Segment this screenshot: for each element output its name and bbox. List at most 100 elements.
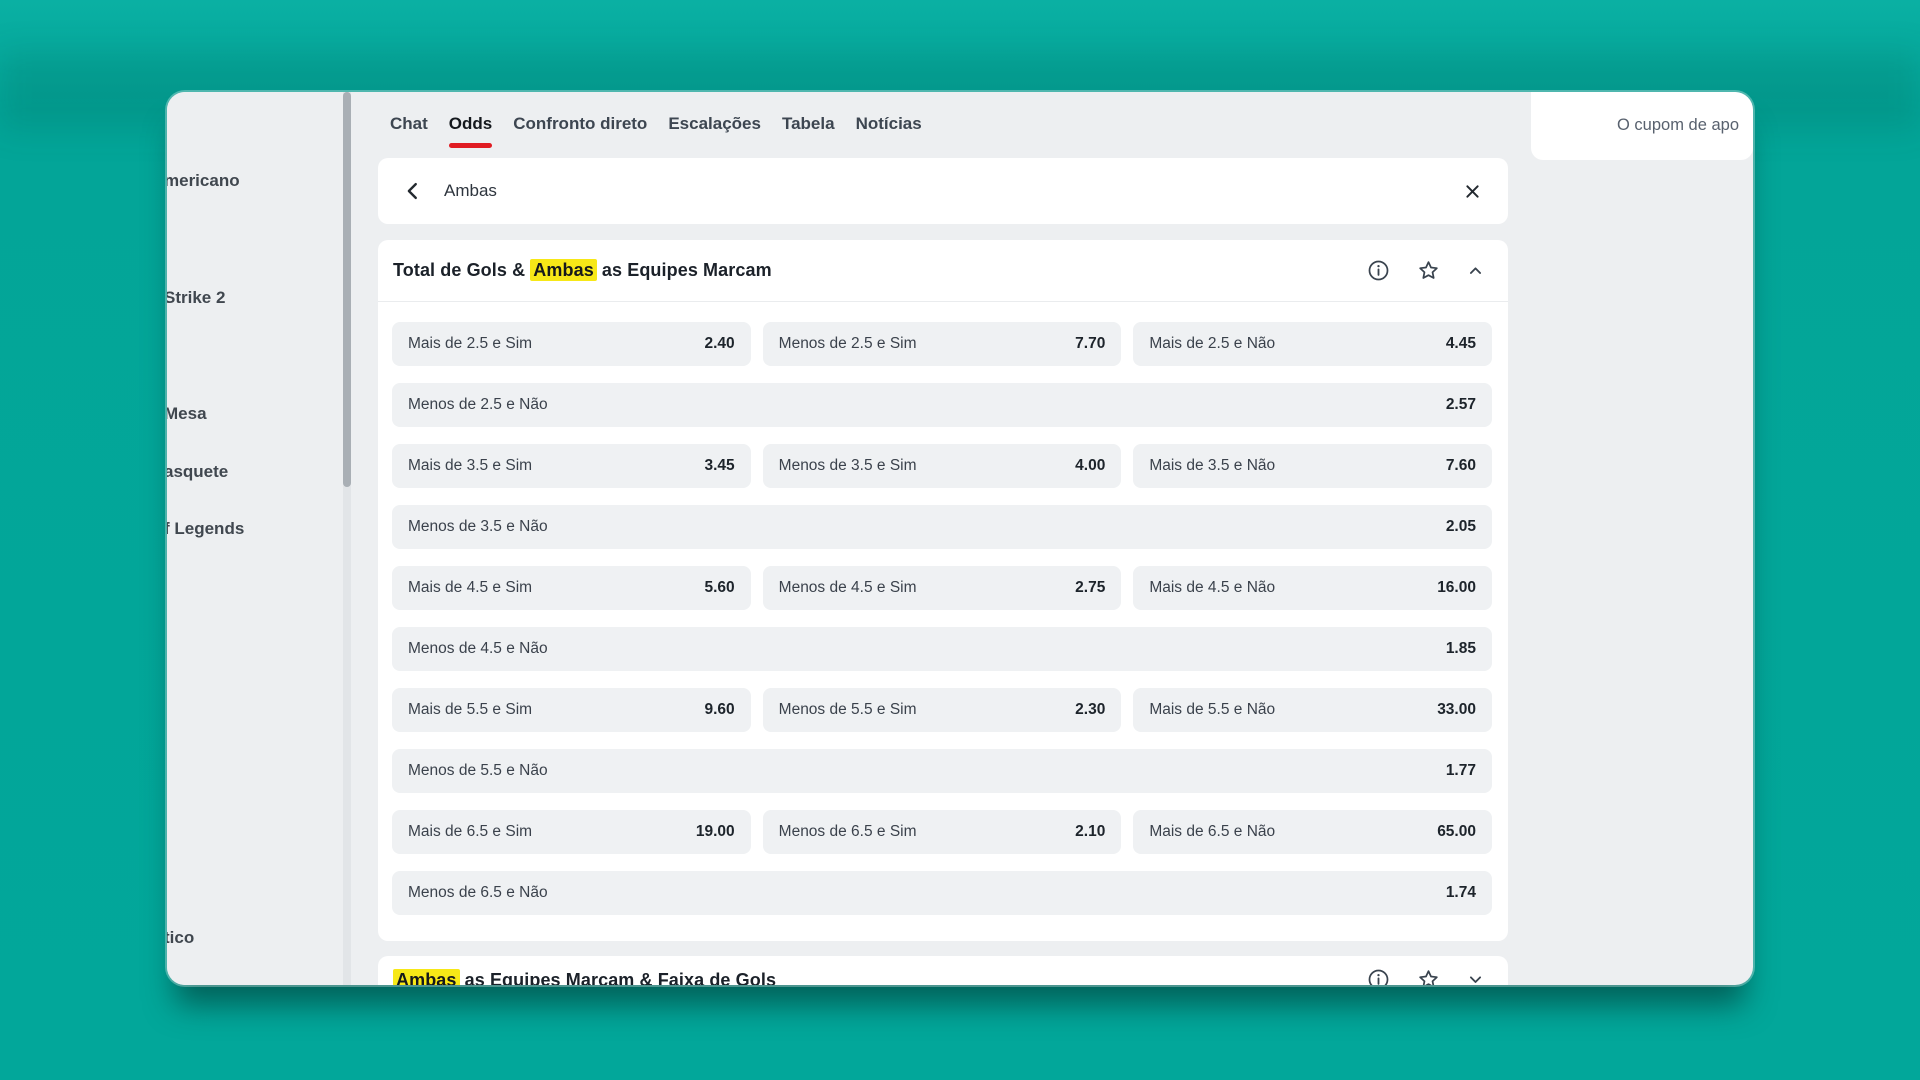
highlighted-term: Ambas bbox=[530, 259, 597, 281]
odds-value: 2.75 bbox=[1075, 579, 1106, 596]
odds-button[interactable]: Menos de 6.5 e Não 1.74 bbox=[392, 871, 1492, 915]
odds-value: 7.70 bbox=[1075, 335, 1106, 352]
market-total-gols-ambas: Total de Gols & Ambas as Equipes Marcam … bbox=[378, 240, 1508, 941]
odds-button[interactable]: Menos de 5.5 e Sim 2.30 bbox=[762, 688, 1122, 732]
info-icon[interactable] bbox=[1367, 259, 1390, 282]
market-title: Total de Gols & Ambas as Equipes Marcam bbox=[393, 259, 772, 281]
tab-confronto-direto[interactable]: Confronto direto bbox=[513, 114, 647, 146]
odds-button[interactable]: Mais de 4.5 e Não 16.00 bbox=[1133, 566, 1492, 610]
search-query: Ambas bbox=[444, 181, 497, 200]
odds-button[interactable]: Menos de 4.5 e Sim 2.75 bbox=[762, 566, 1122, 610]
odds-label: Menos de 6.5 e Não bbox=[408, 884, 548, 901]
odds-label: Mais de 5.5 e Sim bbox=[408, 701, 533, 718]
odds-label: Menos de 2.5 e Sim bbox=[778, 335, 917, 352]
odds-label: Mais de 3.5 e Sim bbox=[408, 457, 533, 474]
sidebar-scrollbar-thumb[interactable] bbox=[343, 92, 351, 487]
odds-value: 2.05 bbox=[1445, 518, 1476, 535]
odds-button[interactable]: Menos de 4.5 e Não 1.85 bbox=[392, 627, 1492, 671]
odds-value: 2.57 bbox=[1445, 396, 1476, 413]
odds-label: Mais de 4.5 e Sim bbox=[408, 579, 533, 596]
odds-button[interactable]: Mais de 4.5 e Sim 5.60 bbox=[392, 566, 751, 610]
odds-value: 2.40 bbox=[704, 335, 735, 352]
odds-button[interactable]: Menos de 2.5 e Sim 7.70 bbox=[762, 322, 1122, 366]
odds-value: 4.00 bbox=[1075, 457, 1106, 474]
tab-tabela[interactable]: Tabela bbox=[782, 114, 835, 146]
sidebar-item-tico[interactable]: tico bbox=[167, 926, 343, 950]
market-header-icons bbox=[1367, 259, 1484, 282]
market-header: Total de Gols & Ambas as Equipes Marcam bbox=[378, 240, 1508, 302]
tab-noticias[interactable]: Notícias bbox=[856, 114, 922, 146]
odds-button[interactable]: Mais de 3.5 e Não 7.60 bbox=[1133, 444, 1492, 488]
odds-label: Mais de 2.5 e Sim bbox=[408, 335, 533, 352]
collapse-chevron-up-icon[interactable] bbox=[1467, 262, 1484, 279]
favorite-star-icon[interactable] bbox=[1417, 259, 1440, 282]
odds-value: 5.60 bbox=[704, 579, 735, 596]
odds-label: Mais de 3.5 e Não bbox=[1149, 457, 1276, 474]
odds-label: Menos de 2.5 e Não bbox=[408, 396, 548, 413]
odds-grid: Mais de 2.5 e Sim 2.40 Menos de 2.5 e Si… bbox=[392, 322, 1492, 915]
odds-value: 16.00 bbox=[1437, 579, 1476, 596]
sidebar-item-basquete[interactable]: asquete bbox=[167, 460, 343, 484]
odds-label: Menos de 5.5 e Sim bbox=[778, 701, 917, 718]
odds-value: 65.00 bbox=[1437, 823, 1476, 840]
odds-value: 19.00 bbox=[695, 823, 735, 840]
tab-chat[interactable]: Chat bbox=[390, 114, 428, 146]
odds-button[interactable]: Mais de 6.5 e Não 65.00 bbox=[1133, 810, 1492, 854]
market-search-bar[interactable]: Ambas bbox=[378, 158, 1508, 224]
event-window: mericano Strike 2 Mesa asquete f Legends… bbox=[167, 92, 1753, 985]
odds-button[interactable]: Mais de 5.5 e Sim 9.60 bbox=[392, 688, 751, 732]
odds-label: Menos de 4.5 e Não bbox=[408, 640, 548, 657]
sidebar-item-tenis-de-mesa[interactable]: Mesa bbox=[167, 402, 343, 426]
sidebar-scrollbar-track bbox=[343, 92, 351, 985]
event-tabs: Chat Odds Confronto direto Escalações Ta… bbox=[390, 114, 922, 148]
odds-value: 4.45 bbox=[1445, 335, 1476, 352]
expand-chevron-down-icon[interactable] bbox=[1467, 971, 1484, 985]
odds-label: Menos de 6.5 e Sim bbox=[778, 823, 917, 840]
favorite-star-icon[interactable] bbox=[1417, 968, 1440, 985]
odds-button[interactable]: Mais de 3.5 e Sim 3.45 bbox=[392, 444, 751, 488]
odds-value: 1.77 bbox=[1445, 762, 1476, 779]
info-icon[interactable] bbox=[1367, 968, 1390, 985]
sidebar-item-league-of-legends[interactable]: f Legends bbox=[167, 517, 343, 541]
close-icon[interactable] bbox=[1463, 182, 1482, 201]
market-header: Ambas as Equipes Marcam & Faixa de Gols bbox=[378, 956, 1508, 985]
odds-label: Menos de 3.5 e Sim bbox=[778, 457, 917, 474]
odds-value: 1.74 bbox=[1445, 884, 1476, 901]
sidebar-item-counter-strike-2[interactable]: Strike 2 bbox=[167, 286, 343, 310]
odds-value: 2.30 bbox=[1075, 701, 1106, 718]
odds-value: 9.60 bbox=[704, 701, 735, 718]
back-chevron-icon[interactable] bbox=[402, 180, 424, 202]
odds-value: 2.10 bbox=[1075, 823, 1106, 840]
odds-button[interactable]: Menos de 2.5 e Não 2.57 bbox=[392, 383, 1492, 427]
odds-value: 1.85 bbox=[1445, 640, 1476, 657]
sidebar-item-americano[interactable]: mericano bbox=[167, 169, 343, 193]
tab-odds[interactable]: Odds bbox=[448, 114, 493, 148]
odds-button[interactable]: Mais de 2.5 e Não 4.45 bbox=[1133, 322, 1492, 366]
odds-label: Mais de 5.5 e Não bbox=[1149, 701, 1276, 718]
market-header-icons bbox=[1367, 968, 1484, 985]
odds-label: Menos de 5.5 e Não bbox=[408, 762, 548, 779]
tab-escalacoes[interactable]: Escalações bbox=[668, 114, 761, 146]
bet-slip-panel: O cupom de apo bbox=[1531, 92, 1753, 160]
odds-button[interactable]: Menos de 3.5 e Não 2.05 bbox=[392, 505, 1492, 549]
odds-button[interactable]: Mais de 2.5 e Sim 2.40 bbox=[392, 322, 751, 366]
odds-button[interactable]: Mais de 6.5 e Sim 19.00 bbox=[392, 810, 751, 854]
bet-slip-empty-text: O cupom de apo bbox=[1617, 116, 1739, 134]
odds-button[interactable]: Mais de 5.5 e Não 33.00 bbox=[1133, 688, 1492, 732]
highlighted-term: Ambas bbox=[393, 969, 460, 985]
odds-label: Mais de 4.5 e Não bbox=[1149, 579, 1276, 596]
odds-button[interactable]: Menos de 3.5 e Sim 4.00 bbox=[762, 444, 1122, 488]
odds-label: Mais de 6.5 e Sim bbox=[408, 823, 533, 840]
sports-sidebar: mericano Strike 2 Mesa asquete f Legends… bbox=[167, 92, 343, 985]
odds-label: Menos de 3.5 e Não bbox=[408, 518, 548, 535]
odds-label: Mais de 2.5 e Não bbox=[1149, 335, 1276, 352]
odds-button[interactable]: Menos de 5.5 e Não 1.77 bbox=[392, 749, 1492, 793]
market-title: Ambas as Equipes Marcam & Faixa de Gols bbox=[393, 968, 776, 985]
market-ambas-faixa-de-gols: Ambas as Equipes Marcam & Faixa de Gols bbox=[378, 956, 1508, 985]
odds-value: 33.00 bbox=[1437, 701, 1476, 718]
odds-label: Menos de 4.5 e Sim bbox=[778, 579, 917, 596]
odds-value: 7.60 bbox=[1445, 457, 1476, 474]
odds-button[interactable]: Menos de 6.5 e Sim 2.10 bbox=[762, 810, 1122, 854]
odds-label: Mais de 6.5 e Não bbox=[1149, 823, 1276, 840]
odds-value: 3.45 bbox=[704, 457, 735, 474]
